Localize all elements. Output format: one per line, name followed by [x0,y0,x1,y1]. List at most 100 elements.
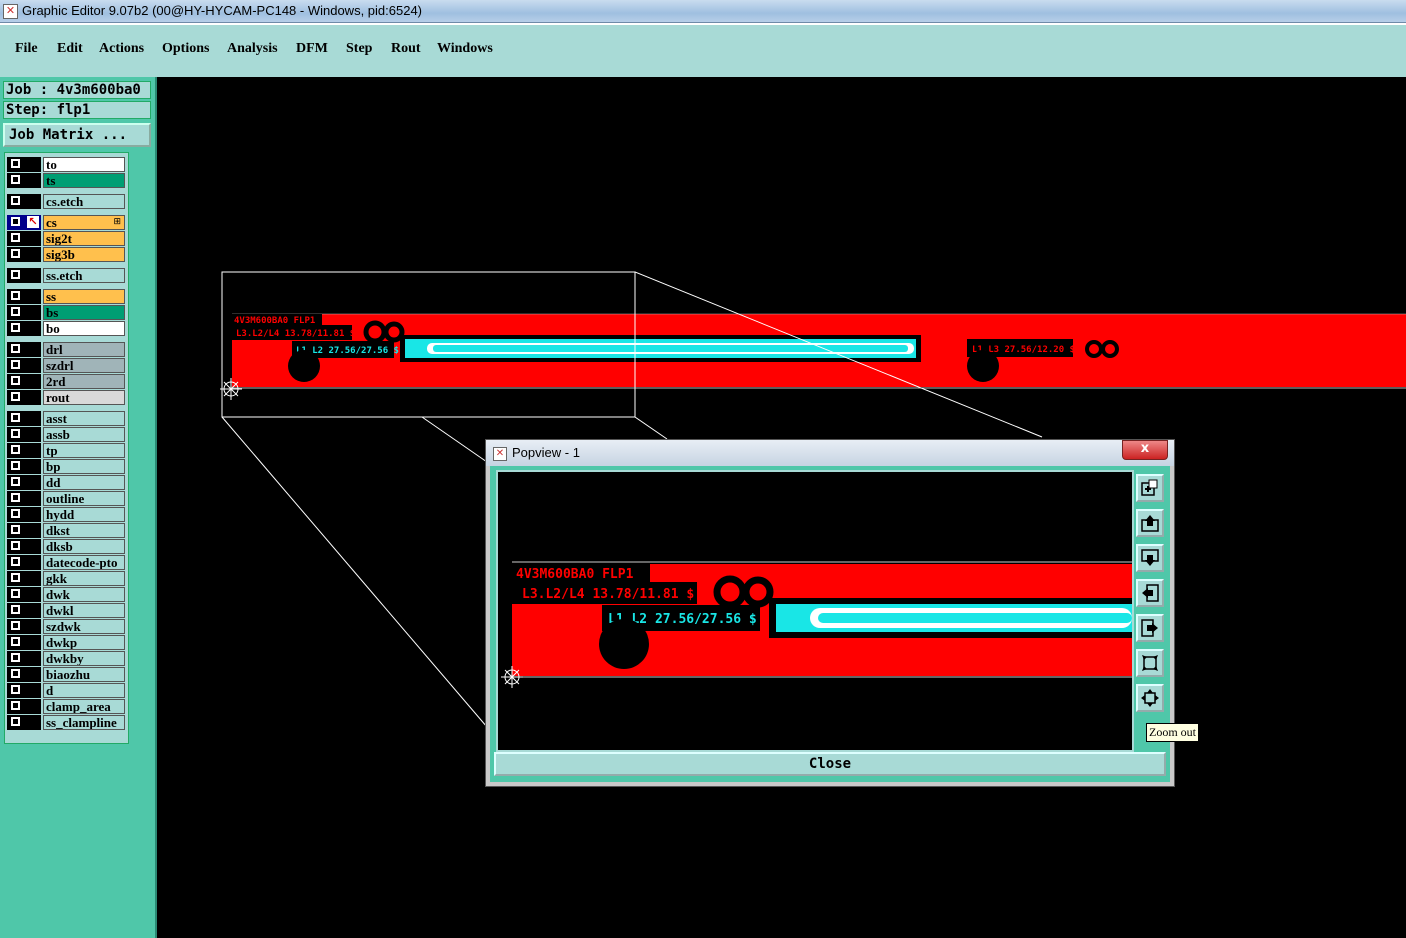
layer-row-d[interactable]: d [7,683,128,698]
layer-checkbox[interactable] [11,669,20,678]
layer-name[interactable]: szdwk [43,619,125,634]
layer-checkbox[interactable] [11,621,20,630]
layer-row-ss_clampline[interactable]: ss_clampline [7,715,128,730]
layer-name[interactable]: bp [43,459,125,474]
menu-analysis[interactable]: Analysis [227,41,278,57]
layer-name[interactable]: szdrl [43,358,125,373]
layer-row-biaozhu[interactable]: biaozhu [7,667,128,682]
layer-checkbox[interactable] [11,445,20,454]
layer-checkbox[interactable] [11,392,20,401]
layer-checkbox[interactable] [11,477,20,486]
layer-row-dkst[interactable]: dkst [7,523,128,538]
layer-checkbox[interactable] [11,233,20,242]
layer-name[interactable]: d [43,683,125,698]
popview-close-button[interactable]: Close [494,752,1166,776]
layer-name[interactable]: ss [43,289,125,304]
pan-down-button[interactable] [1136,544,1164,572]
layer-row-szdrl[interactable]: szdrl [7,358,128,373]
layer-checkbox[interactable] [11,685,20,694]
layer-name[interactable]: assb [43,427,125,442]
layer-name[interactable]: cs.etch [43,194,125,209]
layer-row-dd[interactable]: dd [7,475,128,490]
layer-name[interactable]: outline [43,491,125,506]
layer-checkbox[interactable] [11,270,20,279]
layer-row-tp[interactable]: tp [7,443,128,458]
layer-row-hydd[interactable]: hydd [7,507,128,522]
pan-up-button[interactable] [1136,509,1164,537]
layer-checkbox[interactable] [11,717,20,726]
layer-checkbox[interactable] [11,605,20,614]
layer-checkbox[interactable] [11,323,20,332]
layer-name[interactable]: dwk [43,587,125,602]
layer-row-szdwk[interactable]: szdwk [7,619,128,634]
layer-row-rout[interactable]: rout [7,390,128,405]
layer-checkbox[interactable] [11,413,20,422]
layer-checkbox[interactable] [11,360,20,369]
layer-name[interactable]: clamp_area [43,699,125,714]
layer-row-assb[interactable]: assb [7,427,128,442]
layer-row-drl[interactable]: drl [7,342,128,357]
layer-name[interactable]: tp [43,443,125,458]
layer-row-dksb[interactable]: dksb [7,539,128,554]
pan-left-button[interactable] [1136,579,1164,607]
layer-row-dwkp[interactable]: dwkp [7,635,128,650]
menu-step[interactable]: Step [346,41,372,57]
menu-file[interactable]: File [15,41,38,57]
layer-checkbox[interactable] [11,461,20,470]
layer-checkbox[interactable] [11,249,20,258]
layer-name[interactable]: biaozhu [43,667,125,682]
layer-row-ss.etch[interactable]: ss.etch [7,268,128,283]
layer-name[interactable]: to [43,157,125,172]
layer-row-clamp_area[interactable]: clamp_area [7,699,128,714]
layer-row-bs[interactable]: bs [7,305,128,320]
layer-name[interactable]: cs ⊞ [43,215,125,230]
layer-row-cs.etch[interactable]: cs.etch [7,194,128,209]
layer-name[interactable]: sig3b [43,247,125,262]
layer-checkbox[interactable] [11,557,20,566]
layer-row-asst[interactable]: asst [7,411,128,426]
layer-row-dwk[interactable]: dwk [7,587,128,602]
layer-name[interactable]: bo [43,321,125,336]
layer-checkbox[interactable] [11,376,20,385]
layer-checkbox[interactable] [11,307,20,316]
layer-name[interactable]: sig2t [43,231,125,246]
popview-title-bar[interactable]: ✕ Popview - 1 x [486,440,1174,466]
layer-row-dwkby[interactable]: dwkby [7,651,128,666]
menu-dfm[interactable]: DFM [296,41,328,57]
layer-row-datecode-pto[interactable]: datecode-pto [7,555,128,570]
layer-name[interactable]: datecode-pto [43,555,125,570]
layer-name[interactable]: gkk [43,571,125,586]
pan-right-button[interactable] [1136,614,1164,642]
layer-checkbox[interactable] [11,291,20,300]
menu-options[interactable]: Options [162,41,209,57]
layer-checkbox[interactable] [11,493,20,502]
job-matrix-button[interactable]: Job Matrix ... [3,123,151,147]
layer-row-bp[interactable]: bp [7,459,128,474]
layer-name[interactable]: dwkby [43,651,125,666]
layer-row-to[interactable]: to [7,157,128,172]
layer-checkbox[interactable] [11,196,20,205]
menu-windows[interactable]: Windows [437,41,493,57]
layer-name[interactable]: dd [43,475,125,490]
zoom-out-button[interactable] [1136,684,1164,712]
layer-checkbox[interactable] [11,701,20,710]
layer-row-bo[interactable]: bo [7,321,128,336]
layer-name[interactable]: ts [43,173,125,188]
layer-checkbox[interactable] [11,589,20,598]
layer-checkbox[interactable] [11,344,20,353]
layer-name[interactable]: bs [43,305,125,320]
layer-checkbox[interactable] [11,159,20,168]
layer-checkbox[interactable] [11,429,20,438]
layer-row-cs[interactable]: ↖ cs ⊞ [7,215,128,230]
layer-name[interactable]: 2rd [43,374,125,389]
zoom-window-button[interactable] [1136,474,1164,502]
layer-name[interactable]: rout [43,390,125,405]
layer-checkbox[interactable] [11,217,20,226]
layer-row-2rd[interactable]: 2rd [7,374,128,389]
layer-checkbox[interactable] [11,525,20,534]
layer-name[interactable]: dksb [43,539,125,554]
layer-row-sig3b[interactable]: sig3b [7,247,128,262]
layer-checkbox[interactable] [11,509,20,518]
layer-name[interactable]: hydd [43,507,125,522]
zoom-in-button[interactable] [1136,649,1164,677]
